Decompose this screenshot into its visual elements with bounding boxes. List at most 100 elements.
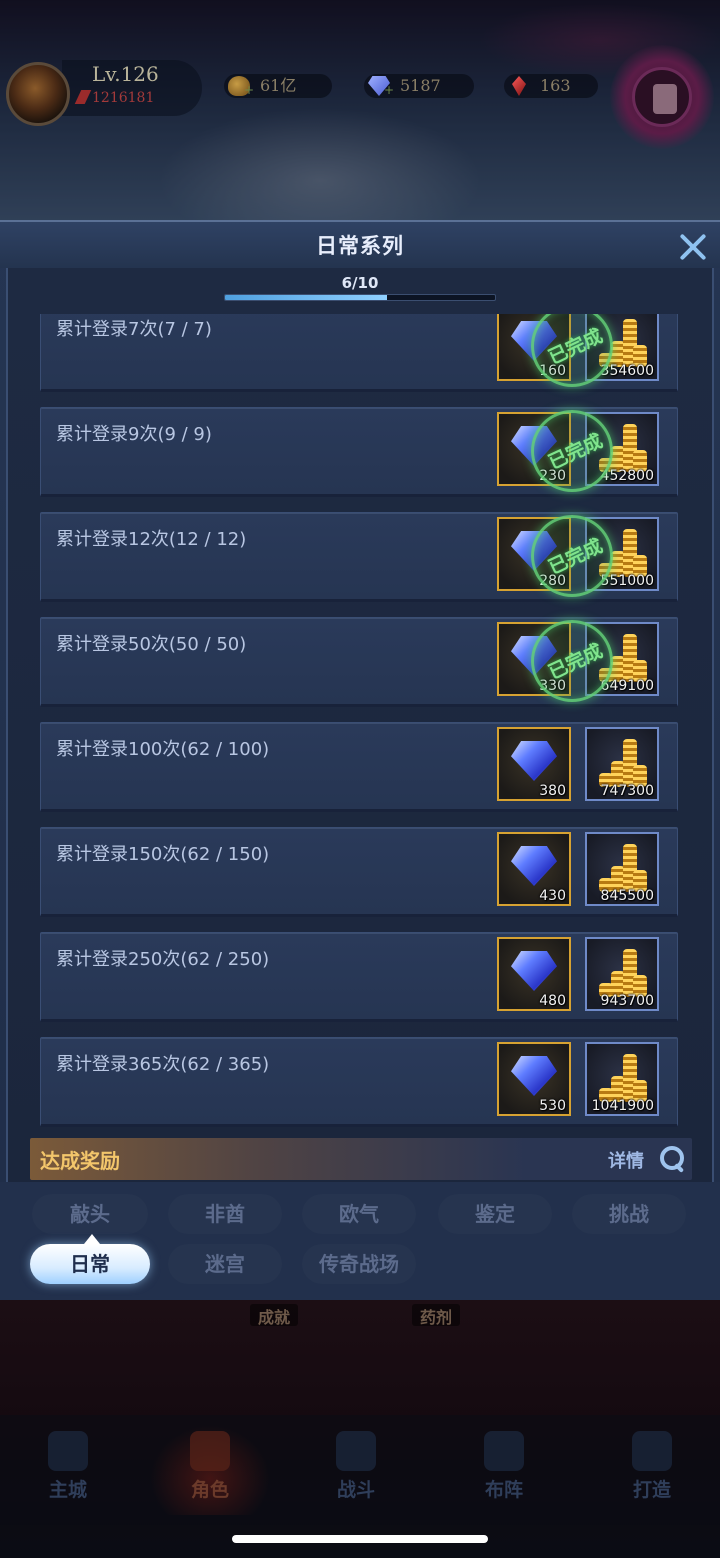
completed-stamp: 已完成 bbox=[531, 620, 613, 702]
completed-stamp-text: 已完成 bbox=[545, 534, 607, 579]
completed-stamp-text: 已完成 bbox=[545, 429, 607, 474]
task-label: 累计登录150次(62 / 150) bbox=[56, 844, 270, 865]
task-label: 累计登录7次(7 / 7) bbox=[56, 319, 212, 340]
gold-reward-count: 943700 bbox=[600, 993, 654, 1009]
progress-fill bbox=[225, 295, 387, 300]
gold-reward-count: 1041900 bbox=[591, 1098, 654, 1114]
completed-stamp-text: 已完成 bbox=[545, 639, 607, 684]
gem-reward[interactable]: 530 bbox=[497, 1042, 571, 1116]
add-gold-icon[interactable]: + bbox=[244, 84, 256, 96]
search-icon bbox=[660, 1146, 686, 1172]
task-row: 累计登录250次(62 / 250) 480 943700 bbox=[40, 932, 678, 1022]
tab-ouqi[interactable]: 欧气 bbox=[302, 1194, 416, 1234]
player-level: Lv.126 bbox=[92, 62, 159, 86]
task-row: 累计登录50次(50 / 50) 330 649100 已完成 bbox=[40, 617, 678, 707]
tab-chuanqi-zhanchang[interactable]: 传奇战场 bbox=[302, 1244, 416, 1284]
reward-bar-title: 达成奖励 bbox=[40, 1149, 120, 1173]
helmet-icon bbox=[190, 1431, 230, 1471]
nav-formation[interactable]: 布阵 bbox=[444, 1425, 564, 1515]
player-power: 1216181 bbox=[74, 90, 155, 106]
task-label: 累计登录9次(9 / 9) bbox=[56, 424, 212, 445]
task-row: 累计登录7次(7 / 7) 160 354600 已完成 bbox=[40, 314, 678, 392]
potion-tag[interactable]: 药剂 bbox=[412, 1304, 461, 1327]
gem-reward-count: 380 bbox=[539, 783, 566, 799]
nav-main-city[interactable]: 主城 bbox=[8, 1425, 128, 1515]
diamond-icon bbox=[511, 846, 557, 886]
gold-currency[interactable]: + 61亿 bbox=[224, 74, 332, 98]
gem-reward-count: 430 bbox=[539, 888, 566, 904]
avatar[interactable] bbox=[6, 62, 70, 126]
gold-reward[interactable]: 747300 bbox=[585, 727, 659, 801]
reward-bar: 达成奖励 详情 bbox=[30, 1138, 692, 1180]
anvil-icon bbox=[632, 1431, 672, 1471]
nav-label: 布阵 bbox=[484, 1479, 523, 1501]
tab-richang[interactable]: 日常 bbox=[30, 1234, 150, 1284]
gold-coins-icon bbox=[595, 840, 651, 892]
power-value: 1216181 bbox=[92, 90, 155, 106]
gold-reward-count: 747300 bbox=[600, 783, 654, 799]
category-tabs: 敲头 非酋 欧气 鉴定 挑战 日常 迷宫 传奇战场 bbox=[0, 1182, 720, 1302]
task-row: 累计登录365次(62 / 365) 530 1041900 bbox=[40, 1037, 678, 1127]
details-button[interactable]: 详情 bbox=[608, 1144, 688, 1174]
gem-reward-count: 530 bbox=[539, 1098, 566, 1114]
formation-icon bbox=[484, 1431, 524, 1471]
add-gem-icon[interactable]: + bbox=[384, 84, 396, 96]
tab-qiaotou[interactable]: 敲头 bbox=[32, 1194, 148, 1234]
nav-character[interactable]: 角色 bbox=[150, 1425, 270, 1515]
progress-text: 6/10 bbox=[341, 274, 379, 292]
gold-reward-count: 845500 bbox=[600, 888, 654, 904]
gem-reward[interactable]: 380 bbox=[497, 727, 571, 801]
gem-currency[interactable]: + 5187 bbox=[364, 74, 474, 98]
completed-stamp: 已完成 bbox=[531, 410, 613, 492]
quest-scroll-frame bbox=[632, 67, 692, 127]
task-row: 累计登录9次(9 / 9) 230 452800 已完成 bbox=[40, 407, 678, 497]
bottom-nav: 主城 角色 战斗 布阵 打造 bbox=[0, 1415, 720, 1525]
power-icon bbox=[74, 90, 92, 104]
details-label: 详情 bbox=[608, 1151, 644, 1172]
gold-reward-count: 649100 bbox=[600, 678, 654, 694]
task-label: 累计登录12次(12 / 12) bbox=[56, 529, 247, 550]
nav-battle[interactable]: 战斗 bbox=[296, 1425, 416, 1515]
gem-reward[interactable]: 480 bbox=[497, 937, 571, 1011]
task-row: 累计登录12次(12 / 12) 280 551000 已完成 bbox=[40, 512, 678, 602]
gold-coins-icon bbox=[595, 735, 651, 787]
tab-migong[interactable]: 迷宫 bbox=[168, 1244, 282, 1284]
diamond-icon bbox=[511, 951, 557, 991]
close-icon[interactable] bbox=[676, 230, 710, 264]
task-label: 累计登录250次(62 / 250) bbox=[56, 949, 270, 970]
tab-jianding[interactable]: 鉴定 bbox=[438, 1194, 552, 1234]
modal-title: 日常系列 bbox=[316, 234, 404, 258]
completed-stamp-text: 已完成 bbox=[545, 324, 607, 369]
tab-tiaozhan[interactable]: 挑战 bbox=[572, 1194, 686, 1234]
task-row: 累计登录150次(62 / 150) 430 845500 bbox=[40, 827, 678, 917]
gold-reward[interactable]: 1041900 bbox=[585, 1042, 659, 1116]
achievement-tag[interactable]: 成就 bbox=[250, 1304, 299, 1327]
progress-bar bbox=[224, 294, 496, 301]
gold-amount: 61亿 bbox=[260, 76, 297, 95]
home-indicator[interactable] bbox=[232, 1535, 488, 1543]
gold-coins-icon bbox=[595, 1050, 651, 1102]
task-row: 累计登录100次(62 / 100) 380 747300 bbox=[40, 722, 678, 812]
tab-feiqiu[interactable]: 非酋 bbox=[168, 1194, 282, 1234]
ruby-currency[interactable]: 163 bbox=[504, 74, 598, 98]
gold-reward-count: 551000 bbox=[600, 573, 654, 589]
gold-reward-count: 452800 bbox=[600, 468, 654, 484]
scroll-icon bbox=[653, 84, 677, 114]
diamond-icon bbox=[511, 741, 557, 781]
city-icon bbox=[48, 1431, 88, 1471]
ruby-amount: 163 bbox=[540, 76, 571, 95]
nav-forge[interactable]: 打造 bbox=[592, 1425, 712, 1515]
gold-reward[interactable]: 845500 bbox=[585, 832, 659, 906]
task-label: 累计登录365次(62 / 365) bbox=[56, 1054, 270, 1075]
gold-coins-icon bbox=[595, 945, 651, 997]
gem-reward[interactable]: 430 bbox=[497, 832, 571, 906]
crossed-swords-icon bbox=[336, 1431, 376, 1471]
ruby-icon bbox=[512, 76, 526, 96]
task-label: 累计登录50次(50 / 50) bbox=[56, 634, 247, 655]
completed-stamp: 已完成 bbox=[531, 515, 613, 597]
nav-label: 主城 bbox=[48, 1479, 87, 1501]
gold-reward[interactable]: 943700 bbox=[585, 937, 659, 1011]
task-list[interactable]: 累计登录7次(7 / 7) 160 354600 已完成累计登录9次(9 / 9) 23… bbox=[0, 314, 720, 1132]
gem-amount: 5187 bbox=[400, 76, 441, 95]
quest-scroll-button[interactable] bbox=[610, 45, 714, 149]
